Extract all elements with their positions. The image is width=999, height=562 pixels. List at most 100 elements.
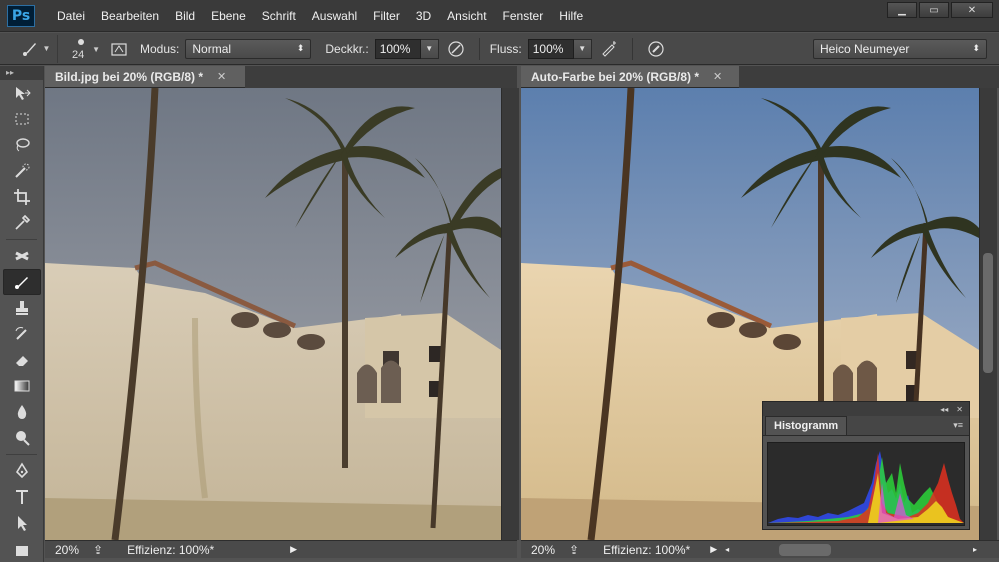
close-button[interactable]: ✕ — [951, 2, 993, 18]
pen-tool[interactable] — [0, 458, 44, 484]
healing-brush-icon — [15, 251, 29, 261]
flow-field[interactable]: 100% — [527, 38, 574, 59]
brush-panel-toggle[interactable] — [108, 38, 130, 60]
eraser-tool[interactable] — [0, 347, 44, 373]
history-brush-tool[interactable] — [0, 321, 44, 347]
marquee-icon — [15, 113, 29, 125]
gradient-tool[interactable] — [0, 373, 44, 399]
minimize-button[interactable]: ▁ — [887, 2, 917, 18]
vertical-scrollbar-2[interactable] — [979, 88, 997, 540]
window-controls: ▁ ▭ ✕ — [887, 2, 993, 18]
type-tool[interactable] — [0, 484, 44, 510]
pressure-opacity-toggle[interactable] — [445, 38, 467, 60]
crop-tool[interactable] — [0, 184, 44, 210]
collapse-icon[interactable]: ◂◂ — [940, 405, 948, 414]
tools-panel: ▸▸ — [0, 66, 44, 562]
updown-icon: ⬍ — [972, 43, 980, 53]
status-menu-arrow-icon[interactable]: ▶ — [710, 544, 717, 555]
horizontal-scroll-thumb[interactable] — [779, 543, 832, 556]
close-tab-icon[interactable]: ✕ — [217, 70, 226, 83]
lasso-icon — [16, 138, 30, 152]
scroll-left-icon[interactable]: ◂ — [725, 545, 729, 554]
airbrush-toggle[interactable] — [598, 38, 620, 60]
close-panel-icon[interactable]: ✕ — [956, 405, 963, 414]
updown-icon: ⬍ — [296, 43, 305, 53]
vertical-scrollbar-1[interactable] — [501, 88, 519, 540]
chevron-down-icon: ▼ — [42, 44, 51, 53]
menubar: Ps Datei Bearbeiten Bild Ebene Schrift A… — [0, 0, 999, 32]
menu-bild[interactable]: Bild — [167, 0, 203, 32]
quick-selection-icon — [15, 163, 30, 178]
photoshop-logo: Ps — [7, 4, 35, 27]
zoom-value[interactable]: 20% — [45, 543, 89, 557]
brush-icon — [15, 277, 28, 289]
pressure-size-toggle[interactable] — [645, 38, 667, 60]
scroll-thumb[interactable] — [983, 253, 993, 373]
gradient-icon — [14, 380, 30, 392]
quick-selection-tool[interactable] — [0, 158, 44, 184]
export-icon[interactable]: ⇪ — [93, 543, 103, 557]
menu-fenster[interactable]: Fenster — [495, 0, 552, 32]
mode-value: Normal — [192, 41, 232, 56]
opacity-dropdown-button[interactable]: ▼ — [420, 38, 439, 59]
menu-bearbeiten[interactable]: Bearbeiten — [93, 0, 167, 32]
healing-brush-tool[interactable] — [0, 243, 44, 269]
brush-preset-picker[interactable]: 24 ▼ — [66, 35, 102, 63]
brush-tool[interactable] — [3, 269, 41, 295]
blur-drop-icon — [17, 405, 27, 419]
brush-panel-icon — [111, 42, 127, 56]
menu-ebene[interactable]: Ebene — [203, 0, 254, 32]
menu-hilfe[interactable]: Hilfe — [551, 0, 591, 32]
status-menu-arrow-icon[interactable]: ▶ — [290, 544, 297, 555]
lasso-tool[interactable] — [0, 132, 44, 158]
histogram-tabrow: Histogramm ▾≡ — [763, 416, 969, 436]
histogram-panel: ◂◂ ✕ Histogramm ▾≡ — [762, 401, 970, 530]
flow-dropdown-button[interactable]: ▼ — [573, 38, 592, 59]
photo-palm-fort-original — [45, 88, 501, 540]
eraser-icon — [16, 356, 28, 366]
options-bar: ▼ 24 ▼ Modus: Normal ⬍ Deckkr.: 100% ▼ F… — [0, 33, 999, 65]
move-tool[interactable] — [0, 80, 44, 106]
menu-3d[interactable]: 3D — [408, 0, 439, 32]
tool-preset-picker[interactable]: ▼ — [14, 34, 58, 63]
marquee-tool[interactable] — [0, 106, 44, 132]
doc-tab-bild[interactable]: Bild.jpg bei 20% (RGB/8) * ✕ — [45, 66, 245, 88]
brush-tip-icon — [78, 38, 84, 45]
mode-select[interactable]: Normal ⬍ — [185, 38, 312, 59]
eyedropper-tool[interactable] — [0, 210, 44, 236]
tab-histogram[interactable]: Histogramm — [765, 416, 848, 435]
maximize-button[interactable]: ▭ — [919, 2, 949, 18]
dodge-icon — [16, 431, 30, 446]
shape-tool[interactable] — [0, 536, 44, 562]
menu-filter[interactable]: Filter — [365, 0, 408, 32]
zoom-value[interactable]: 20% — [521, 543, 565, 557]
move-icon — [16, 87, 31, 100]
tools-panel-collapse[interactable]: ▸▸ — [0, 66, 43, 80]
eyedropper-icon — [15, 214, 31, 230]
dodge-tool[interactable] — [0, 425, 44, 451]
histogram-plot — [768, 443, 964, 525]
efficiency-text: Effizienz: 100%* — [127, 542, 215, 557]
menu-ansicht[interactable]: Ansicht — [439, 0, 494, 32]
menu-schrift[interactable]: Schrift — [254, 0, 304, 32]
clone-stamp-tool[interactable] — [0, 295, 44, 321]
menu-datei[interactable]: Datei — [49, 0, 93, 32]
pen-pressure-size-icon — [648, 40, 664, 57]
doc-tab-auto-farbe[interactable]: Auto-Farbe bei 20% (RGB/8) * ✕ — [521, 66, 739, 88]
doc-title: Bild.jpg bei 20% (RGB/8) * — [55, 69, 204, 84]
opacity-field[interactable]: 100% — [374, 38, 421, 59]
scroll-right-icon[interactable]: ▸ — [973, 545, 977, 554]
opacity-label: Deckkr.: — [325, 41, 369, 56]
blur-tool[interactable] — [0, 399, 44, 425]
statusbar-1: 20% ⇪ Effizienz: 100%* ▶ — [45, 540, 517, 558]
path-selection-tool[interactable] — [0, 510, 44, 536]
type-icon — [16, 490, 28, 504]
close-tab-icon[interactable]: ✕ — [713, 70, 722, 83]
canvas-image-1[interactable] — [45, 88, 501, 540]
separator — [6, 239, 37, 240]
export-icon[interactable]: ⇪ — [569, 543, 579, 557]
workspace-select[interactable]: Heico Neumeyer ⬍ — [813, 38, 987, 59]
menu-auswahl[interactable]: Auswahl — [304, 0, 365, 32]
histogram-graph — [767, 442, 965, 526]
panel-menu-icon[interactable]: ▾≡ — [953, 420, 963, 431]
